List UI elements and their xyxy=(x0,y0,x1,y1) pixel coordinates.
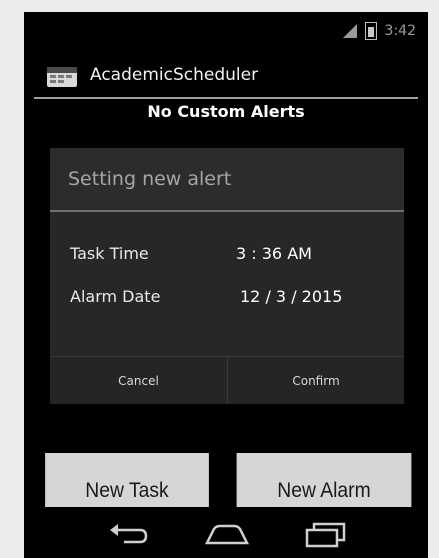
action-bar: AcademicScheduler xyxy=(24,54,428,98)
signal-icon xyxy=(341,24,357,38)
confirm-button[interactable]: Confirm xyxy=(228,357,404,404)
recents-icon[interactable] xyxy=(304,522,348,552)
status-icons: 3:42 xyxy=(341,22,416,40)
dialog-title: Setting new alert xyxy=(68,168,232,190)
new-alarm-button[interactable]: New Alarm xyxy=(236,453,412,507)
alarm-date-label: Alarm Date xyxy=(70,287,161,306)
app-title: AcademicScheduler xyxy=(90,65,259,85)
navigation-bar xyxy=(24,512,428,558)
app-launcher-icon[interactable] xyxy=(46,64,78,88)
back-icon[interactable] xyxy=(106,522,148,550)
status-time: 3:42 xyxy=(384,23,416,39)
task-time-label: Task Time xyxy=(70,244,149,263)
dialog-button-row: Cancel Confirm xyxy=(50,356,404,404)
new-alert-dialog: Setting new alert Task Time 3 : 36 AM Al… xyxy=(50,148,404,404)
new-task-button[interactable]: New Task xyxy=(45,453,209,507)
dialog-title-area: Setting new alert xyxy=(50,148,404,210)
cancel-button[interactable]: Cancel xyxy=(50,357,227,404)
dialog-title-divider xyxy=(50,210,404,212)
screenshot-frame: 3:42 AcademicScheduler No Custom Alerts xyxy=(0,0,439,558)
home-icon[interactable] xyxy=(204,522,250,550)
alarm-date-value[interactable]: 12 / 3 / 2015 xyxy=(240,287,342,306)
status-bar: 3:42 xyxy=(24,12,428,50)
device-screen: 3:42 AcademicScheduler No Custom Alerts xyxy=(24,12,428,558)
alerts-status-label: No Custom Alerts xyxy=(147,102,305,121)
action-bar-divider xyxy=(34,97,418,99)
task-time-value[interactable]: 3 : 36 AM xyxy=(236,244,312,263)
battery-icon xyxy=(364,22,377,40)
